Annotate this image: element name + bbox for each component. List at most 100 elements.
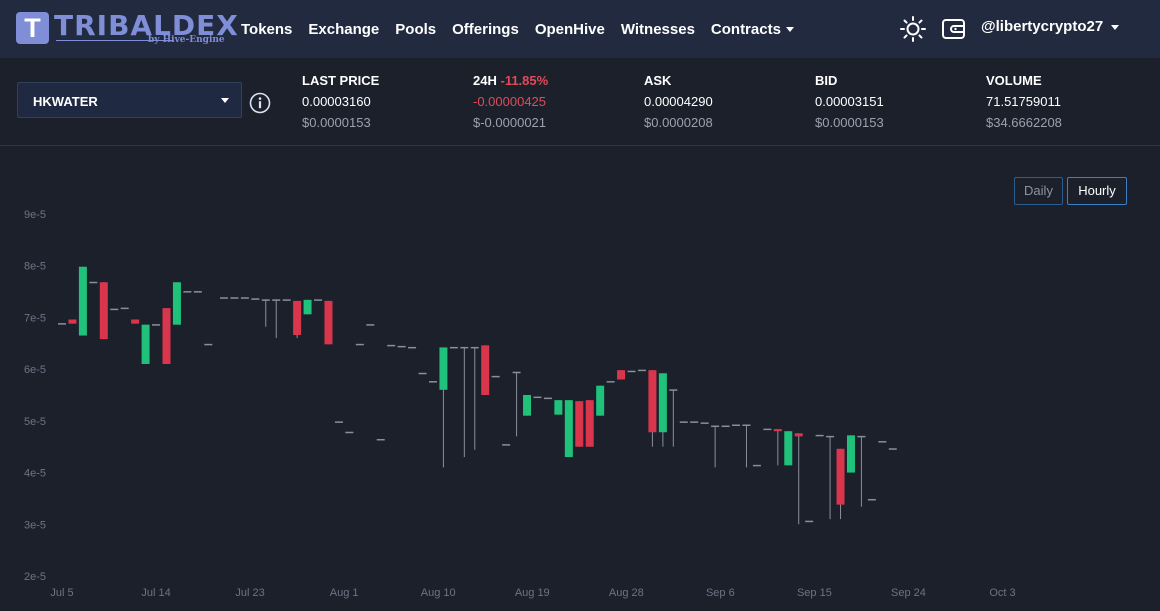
nav-openhive-label: OpenHive xyxy=(534,20,605,38)
last-price-value: 0.00003160 xyxy=(302,94,371,109)
main-nav: Tokens Exchange Pools Offerings OpenHive… xyxy=(241,0,810,58)
nav-exchange[interactable]: Exchange xyxy=(308,21,379,38)
stat-volume: VOLUME 71.51759011 $34.6662208 xyxy=(986,72,1062,131)
nav-offerings[interactable]: Offerings xyxy=(452,21,519,38)
candle-body xyxy=(669,389,678,391)
user-menu-dropdown[interactable]: @libertycrypto27 xyxy=(981,18,1120,35)
candle-body-down xyxy=(293,300,302,336)
last-price-usd: $0.0000153 xyxy=(302,115,371,130)
candle-body xyxy=(334,421,343,423)
candle-body-down xyxy=(324,300,333,345)
candle-body xyxy=(418,372,427,375)
ask-usd: $0.0000208 xyxy=(644,115,713,130)
candle-body xyxy=(763,428,772,431)
candle-body xyxy=(240,297,249,299)
candle-body xyxy=(251,298,260,300)
candlestick-chart[interactable]: 9e-5 8e-5 7e-5 6e-5 5e-5 4e-5 3e-5 2e-5 Jul 5 Jul… xyxy=(0,146,1160,611)
nav-witnesses[interactable]: Witnesses xyxy=(621,21,695,38)
candle-body xyxy=(752,464,761,467)
candle-body xyxy=(314,299,323,301)
candle-body xyxy=(637,369,646,372)
nav-pools[interactable]: Pools xyxy=(395,21,436,38)
y-axis-tick-label: 4e-5 xyxy=(24,468,46,480)
candle-body xyxy=(183,291,192,293)
candle-body xyxy=(502,444,511,446)
change-24h-label: 24H xyxy=(473,73,497,88)
x-axis-tick-label: Oct 3 xyxy=(989,587,1015,599)
candle-body xyxy=(512,371,521,374)
sun-icon xyxy=(900,16,926,42)
info-icon xyxy=(249,92,271,114)
nav-exchange-label: Exchange xyxy=(308,20,380,38)
candle-body xyxy=(888,448,897,450)
candle-body-down xyxy=(794,433,803,437)
nav-openhive[interactable]: OpenHive xyxy=(535,21,605,38)
candle-body xyxy=(679,421,688,423)
nav-contracts-dropdown[interactable]: Contracts xyxy=(711,21,794,38)
tribaldex-logo[interactable]: T TRIBALDEX by Hive-Engine xyxy=(16,9,238,45)
volume-usd: $34.6662208 xyxy=(986,115,1062,130)
candle-body xyxy=(606,381,615,383)
token-select-value: HKWATER xyxy=(33,94,98,109)
x-axis-tick-label: Aug 28 xyxy=(609,587,644,599)
candle-body-up xyxy=(303,299,312,315)
bid-value: 0.00003151 xyxy=(815,94,884,109)
candle-body xyxy=(826,435,835,438)
caret-down-icon xyxy=(785,27,794,32)
candle-body-up xyxy=(784,431,793,466)
candle-body-up xyxy=(554,400,563,415)
volume-value: 71.51759011 xyxy=(986,94,1061,109)
candle-body-down xyxy=(131,319,140,324)
caret-down-icon xyxy=(221,98,229,103)
candle-body xyxy=(89,281,98,284)
daily-button[interactable]: Daily xyxy=(1014,177,1063,205)
ask-value: 0.00004290 xyxy=(644,94,713,109)
candle-body xyxy=(815,434,824,437)
candle-body xyxy=(867,498,876,501)
hourly-button[interactable]: Hourly xyxy=(1067,177,1127,205)
theme-toggle-button[interactable] xyxy=(899,15,927,43)
change-24h-value: -0.00000425 xyxy=(473,94,547,109)
candle-body xyxy=(355,343,364,346)
nav-tokens[interactable]: Tokens xyxy=(241,21,292,38)
nav-pools-label: Pools xyxy=(395,20,437,38)
x-axis-tick-label: Jul 14 xyxy=(141,587,170,599)
candle-body xyxy=(345,431,354,434)
candle-body-down xyxy=(68,319,77,324)
y-axis-tick-label: 2e-5 xyxy=(24,571,46,583)
candle-body xyxy=(366,324,375,326)
candle-body xyxy=(543,397,552,400)
last-price-title: LAST PRICE xyxy=(302,73,380,88)
wallet-icon xyxy=(942,19,965,39)
username: @libertycrypto27 xyxy=(981,18,1104,35)
logo-mark: T xyxy=(16,12,49,44)
candle-body xyxy=(120,307,129,310)
y-axis-tick-label: 6e-5 xyxy=(24,364,46,376)
wallet-button[interactable] xyxy=(941,17,967,41)
candle-body xyxy=(627,370,636,373)
token-info-button[interactable] xyxy=(249,92,271,114)
candle-body xyxy=(449,346,458,349)
ask-title: ASK xyxy=(644,73,672,88)
candle-body xyxy=(878,441,887,443)
nav-offerings-label: Offerings xyxy=(452,20,519,38)
x-axis-tick-label: Aug 10 xyxy=(421,587,456,599)
stat-24h-change: 24H -11.85% -0.00000425 $-0.0000021 xyxy=(473,72,548,131)
candle-body-down xyxy=(162,308,171,364)
token-select-dropdown[interactable]: HKWATER xyxy=(17,82,242,118)
candle-body-up xyxy=(523,395,532,416)
candle-body xyxy=(376,438,385,441)
candle-body xyxy=(230,297,239,299)
candle-body-up xyxy=(141,324,150,364)
token-stats-bar: HKWATER LAST PRICE 0.00003160 $0.0000153… xyxy=(0,58,1160,145)
y-axis-tick-label: 7e-5 xyxy=(24,312,46,324)
candle-body xyxy=(533,396,542,399)
candle-body xyxy=(272,299,281,301)
candle-body xyxy=(387,344,396,347)
x-axis-tick-label: Jul 23 xyxy=(235,587,264,599)
change-24h-title: 24H -11.85% xyxy=(473,72,548,89)
candle-body xyxy=(204,343,213,346)
candle-body xyxy=(261,299,270,301)
candle-body xyxy=(152,324,161,326)
volume-title: VOLUME xyxy=(986,73,1042,88)
